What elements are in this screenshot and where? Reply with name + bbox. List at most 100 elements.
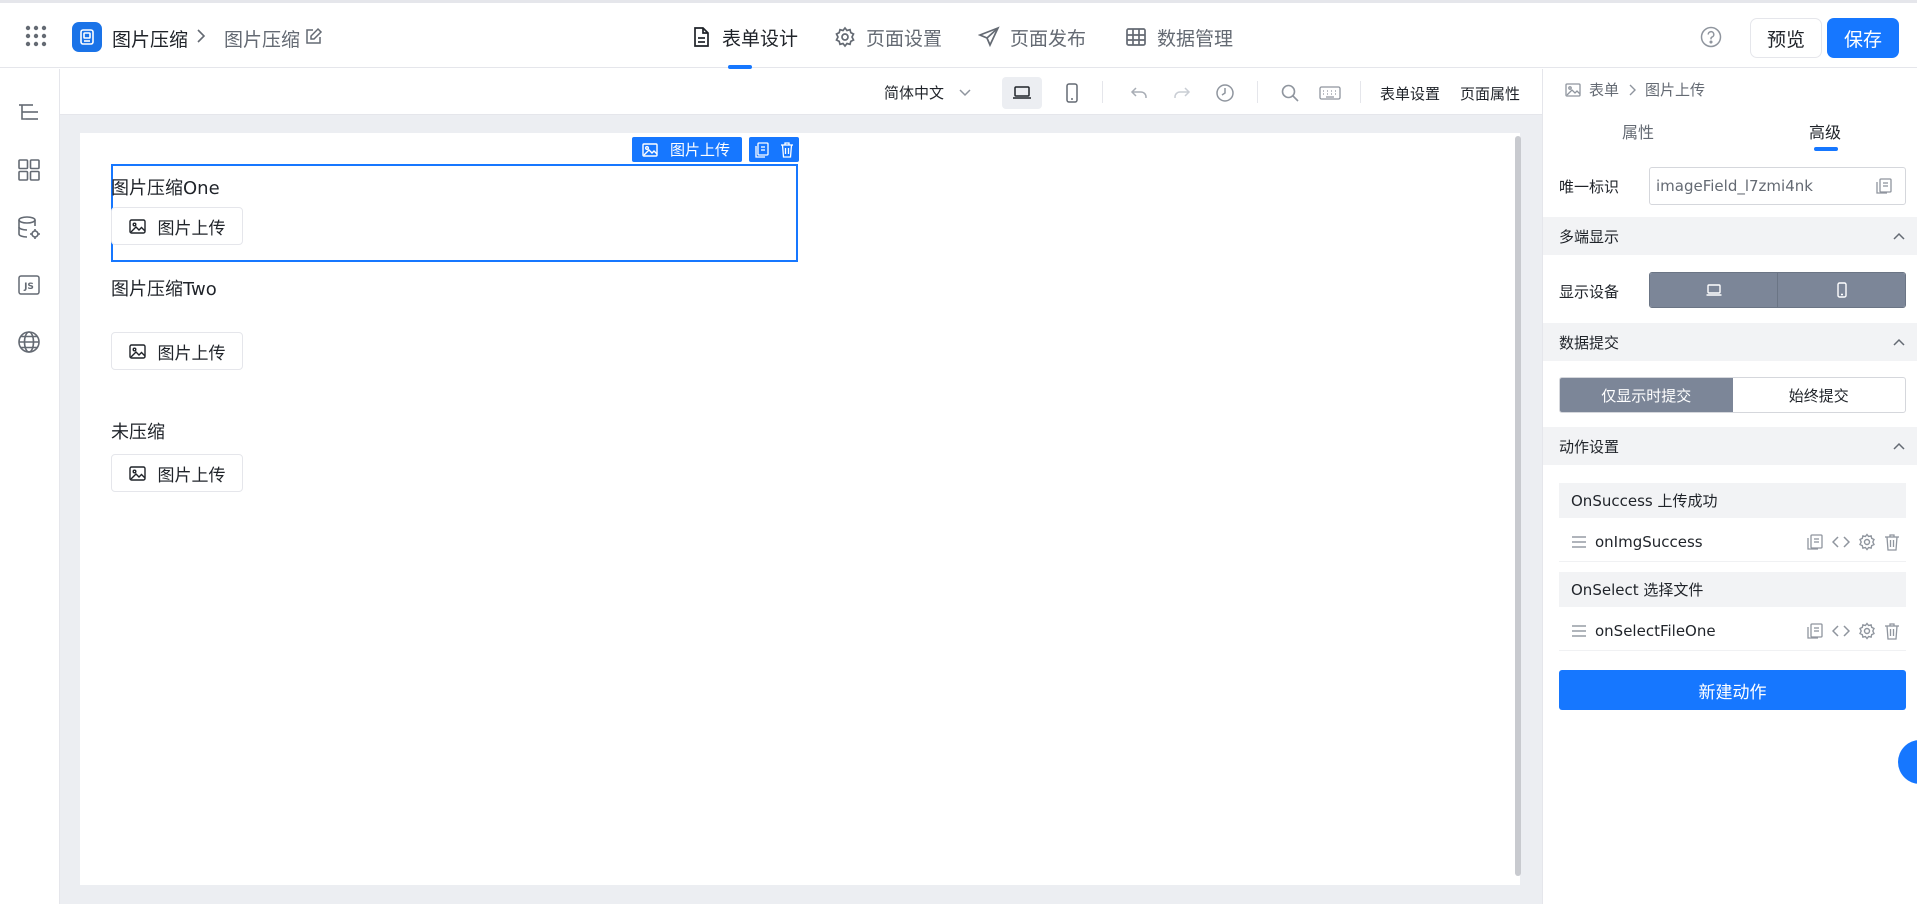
- app-name[interactable]: 图片压缩: [112, 25, 188, 52]
- submit-always-option[interactable]: 始终提交: [1733, 378, 1906, 412]
- language-value: 简体中文: [884, 84, 945, 102]
- upload-button-label: 图片上传: [157, 465, 226, 486]
- upload-button-label: 图片上传: [157, 218, 226, 239]
- section-action-settings[interactable]: 动作设置: [1543, 427, 1917, 465]
- send-icon: [978, 26, 1000, 48]
- preview-button[interactable]: 预览: [1750, 18, 1822, 58]
- page-properties-link[interactable]: 页面属性: [1460, 83, 1520, 104]
- submit-when-visible-option[interactable]: 仅显示时提交: [1560, 378, 1733, 412]
- copy-icon[interactable]: [1875, 177, 1893, 195]
- phone-icon: [1066, 83, 1078, 103]
- components-icon[interactable]: [16, 157, 42, 183]
- desktop-device-option[interactable]: [1650, 273, 1777, 307]
- app-logo-icon: [72, 22, 102, 52]
- globe-icon[interactable]: [16, 329, 42, 355]
- section-title: 动作设置: [1559, 437, 1620, 456]
- delete-icon[interactable]: [1884, 622, 1900, 640]
- gear-icon[interactable]: [1858, 532, 1876, 551]
- canvas-scrollbar[interactable]: [1515, 136, 1521, 876]
- section-title: 数据提交: [1559, 333, 1620, 352]
- tab-page-publish[interactable]: 页面发布: [978, 21, 1086, 53]
- mobile-view-button[interactable]: [1052, 77, 1092, 109]
- apps-grid-icon[interactable]: [25, 25, 47, 47]
- copy-icon[interactable]: [1806, 533, 1824, 551]
- section-multi-display[interactable]: 多端显示: [1543, 217, 1917, 255]
- chevron-right-icon: [1629, 84, 1637, 95]
- form-settings-link[interactable]: 表单设置: [1380, 83, 1440, 104]
- gear-icon: [834, 26, 856, 48]
- phone-icon: [1836, 282, 1847, 298]
- image-icon: [128, 218, 146, 234]
- mobile-device-option[interactable]: [1777, 273, 1905, 307]
- field-label-three: 未压缩: [111, 422, 165, 443]
- toolbar-divider: [1360, 81, 1361, 103]
- unique-id-label: 唯一标识: [1559, 178, 1620, 196]
- copy-icon[interactable]: [754, 141, 770, 158]
- design-canvas-area: 简体中文 表单设置 页面属性 图片上传 图片压缩One 图片上传 图片压缩Two…: [60, 69, 1542, 904]
- save-button[interactable]: 保存: [1827, 18, 1899, 58]
- code-icon[interactable]: [1832, 533, 1850, 551]
- drag-handle-icon[interactable]: [1571, 624, 1587, 638]
- active-panel-tab-indicator: [1814, 147, 1838, 151]
- image-upload-button-two[interactable]: 图片上传: [111, 332, 243, 370]
- js-icon[interactable]: JS: [16, 272, 42, 298]
- code-icon[interactable]: [1832, 622, 1850, 640]
- desktop-view-button[interactable]: [1002, 77, 1042, 109]
- panel-breadcrumb: 表单 图片上传: [1565, 79, 1705, 100]
- delete-icon[interactable]: [780, 141, 794, 158]
- tab-data-management[interactable]: 数据管理: [1125, 21, 1233, 53]
- unique-id-field[interactable]: imageField_l7zmi4nk: [1649, 167, 1906, 205]
- outline-icon[interactable]: [16, 100, 42, 126]
- redo-button[interactable]: [1162, 77, 1202, 109]
- chevron-up-icon: [1893, 232, 1905, 240]
- event-handler-actions: [1806, 621, 1900, 640]
- laptop-icon: [1013, 86, 1031, 99]
- section-data-submit[interactable]: 数据提交: [1543, 323, 1917, 361]
- tab-label: 表单设计: [722, 27, 799, 50]
- redo-icon: [1174, 87, 1191, 98]
- selected-component-tag[interactable]: 图片上传: [632, 137, 743, 162]
- table-icon: [1125, 26, 1147, 48]
- event-handler-item[interactable]: onSelectFileOne: [1559, 611, 1906, 651]
- breadcrumb-form[interactable]: 表单: [1589, 79, 1619, 100]
- language-select[interactable]: 简体中文: [884, 82, 972, 103]
- search-button[interactable]: [1270, 77, 1310, 109]
- event-handler-item[interactable]: onImgSuccess: [1559, 522, 1906, 562]
- tab-properties[interactable]: 属性: [1622, 119, 1654, 143]
- event-header-onselect: OnSelect 选择文件: [1559, 572, 1906, 607]
- edit-icon[interactable]: [304, 27, 323, 46]
- chevron-up-icon: [1893, 338, 1905, 346]
- tab-form-design[interactable]: 表单设计: [690, 21, 798, 53]
- left-rail: JS: [0, 69, 60, 904]
- undo-button[interactable]: [1119, 77, 1159, 109]
- section-title: 多端显示: [1559, 227, 1620, 246]
- delete-icon[interactable]: [1884, 533, 1900, 551]
- image-upload-button-one[interactable]: 图片上传: [111, 207, 243, 245]
- shortcut-button[interactable]: [1310, 77, 1350, 109]
- history-button[interactable]: [1205, 77, 1245, 109]
- field-label-one: 图片压缩One: [111, 178, 220, 199]
- help-icon[interactable]: [1700, 26, 1722, 48]
- tab-page-settings[interactable]: 页面设置: [834, 21, 942, 53]
- chevron-up-icon: [1893, 442, 1905, 450]
- device-toggle: [1649, 272, 1906, 308]
- js-icon-text: JS: [23, 282, 34, 292]
- image-icon: [642, 142, 658, 157]
- tab-advanced[interactable]: 高级: [1809, 119, 1841, 143]
- file-icon: [690, 26, 712, 48]
- tab-label: 页面发布: [1010, 27, 1087, 50]
- chevron-right-icon: [193, 27, 209, 45]
- event-handler-actions: [1806, 532, 1900, 551]
- event-header-onsuccess: OnSuccess 上传成功: [1559, 483, 1906, 518]
- gear-icon[interactable]: [1858, 621, 1876, 640]
- new-action-button[interactable]: 新建动作: [1559, 670, 1906, 710]
- undo-icon: [1130, 87, 1147, 98]
- search-icon: [1281, 84, 1299, 102]
- event-handler-name: onSelectFileOne: [1595, 621, 1716, 640]
- copy-icon[interactable]: [1806, 622, 1824, 640]
- image-upload-button-three[interactable]: 图片上传: [111, 454, 243, 492]
- datasource-icon[interactable]: [16, 215, 42, 241]
- image-icon: [1565, 82, 1581, 97]
- drag-handle-icon[interactable]: [1571, 535, 1587, 549]
- page-name[interactable]: 图片压缩: [224, 25, 300, 52]
